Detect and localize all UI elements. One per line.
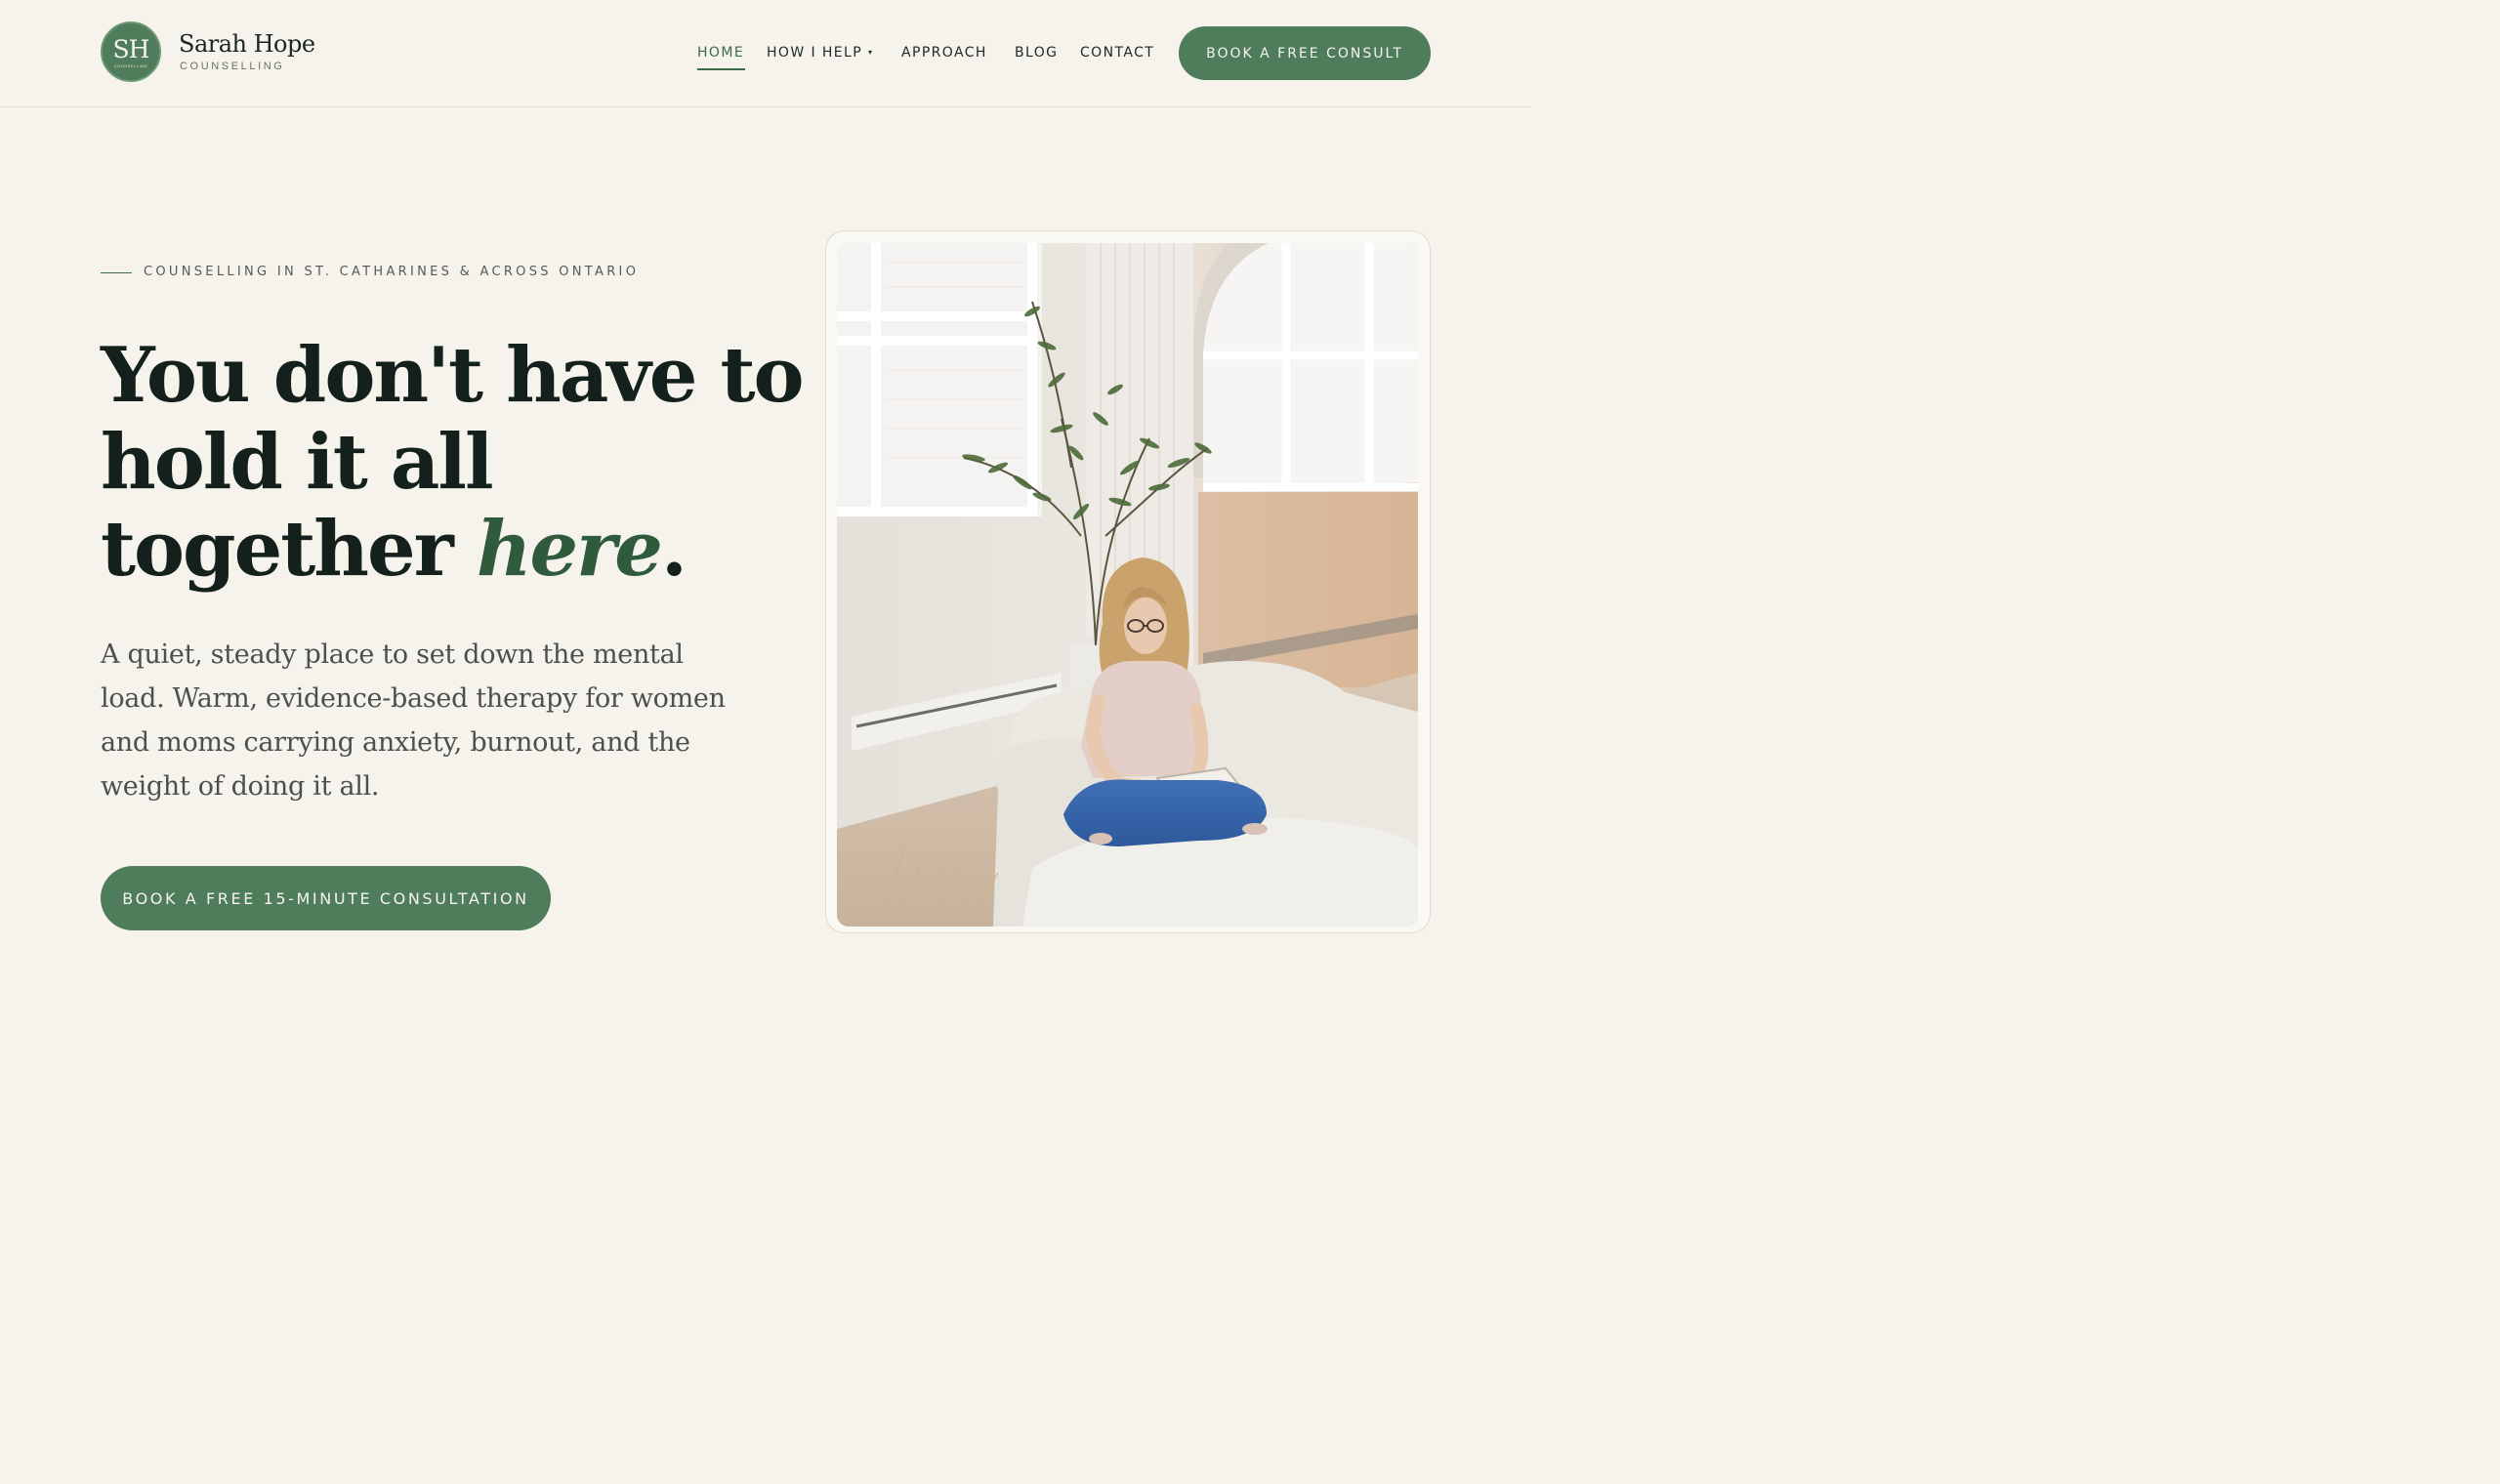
site-header: SH COUNSELLING Sarah Hope COUNSELLING HO… (0, 0, 1531, 107)
headline-line-1: You don't have to (101, 331, 805, 420)
nav-item-home[interactable]: HOME (697, 45, 744, 61)
logo-initials: SH (112, 34, 150, 63)
logo-mark[interactable]: SH COUNSELLING (101, 21, 161, 82)
hero-eyebrow: COUNSELLING IN ST. CATHARINES & ACROSS O… (144, 265, 640, 279)
hero-headline: You don't have to hold it all together h… (101, 331, 805, 593)
chevron-down-icon: ▾ (868, 48, 874, 57)
nav-item-contact[interactable]: CONTACT (1080, 45, 1154, 61)
book-15-minute-consultation-button[interactable]: BOOK A FREE 15-MINUTE CONSULTATION (101, 866, 551, 930)
nav-item-approach[interactable]: APPROACH (901, 45, 987, 61)
nav-item-how-i-help[interactable]: HOW I HELP ▾ (767, 45, 873, 61)
active-nav-indicator (697, 68, 745, 70)
headline-period: . (660, 505, 688, 594)
hero-lede: A quiet, steady place to set down the me… (101, 639, 726, 802)
hero-photo (837, 243, 1418, 927)
nav-item-how-i-help-label: HOW I HELP (767, 45, 863, 61)
headline-emphasis: here (476, 505, 663, 594)
nav-item-blog[interactable]: BLOG (1015, 45, 1058, 61)
hero-photo-illustration (837, 243, 1418, 927)
headline-line-2: hold it all (101, 418, 494, 507)
brand-tagline: COUNSELLING (180, 61, 285, 72)
brand-name[interactable]: Sarah Hope (179, 30, 315, 58)
logo-mark-subtext: COUNSELLING (113, 62, 148, 68)
eyebrow-rule (101, 272, 132, 273)
book-consult-button[interactable]: BOOK A FREE CONSULT (1179, 26, 1431, 80)
headline-line-3: together here. (101, 506, 784, 593)
headline-line-3-start: together (101, 505, 477, 594)
